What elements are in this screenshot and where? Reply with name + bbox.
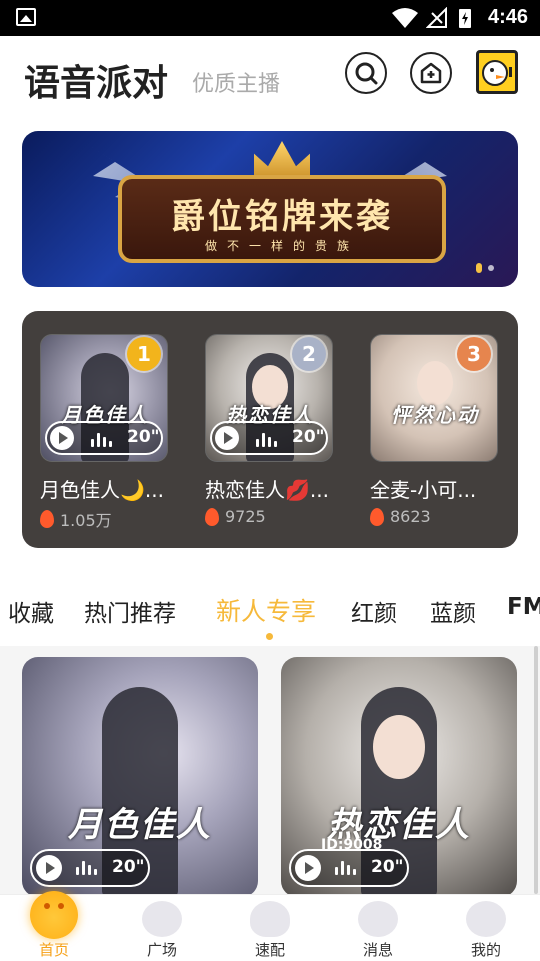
host-photo: 怦然心动 3 [370,334,498,462]
nav-profile[interactable]: 我的 [432,895,540,961]
host-name: 热恋佳人💋... [205,478,329,502]
smiley-home-icon [30,891,78,939]
voice-duration: 20" [292,427,325,447]
bottom-navigation: 首页 广场 速配 消息 我的 [0,891,540,961]
play-icon [36,855,62,881]
waveform-icon [335,859,359,875]
waveform-icon [91,431,115,447]
play-icon [50,426,74,450]
bronze-medal-badge: 3 [457,337,491,371]
silver-medal-badge: 2 [292,337,326,371]
heat-value: 1.05万 [60,511,112,530]
voice-duration: 20" [371,857,404,877]
tab-newcomer[interactable]: 新人专享 [216,592,316,628]
profile-icon [466,901,506,937]
voice-preview-button[interactable]: 20" [30,849,150,887]
banner-plate: 爵位铭牌来袭 做不一样的贵族 [118,175,446,263]
wifi-icon [392,8,418,28]
search-button[interactable] [345,52,387,94]
host-card[interactable]: 月色佳人 20" [22,657,258,897]
play-icon [295,855,321,881]
search-icon [355,62,378,85]
page-subtitle: 优质主播 [192,72,281,97]
host-name: 全麦-小可... [370,478,477,502]
nav-square[interactable]: 广场 [108,895,216,961]
tab-fm[interactable]: FM [507,594,540,620]
voice-duration: 20" [112,857,145,877]
ranking-panel: 月色佳人 1 20" 月色佳人🌙... 1.05万 热恋佳人 2 20" 热恋佳… [22,311,518,548]
host-card[interactable]: 热恋佳人 ID:9008 20" [281,657,517,897]
pagination-dot [488,265,494,271]
duck-mascot-icon [482,60,512,86]
host-grid: 月色佳人 20" 热恋佳人 ID:9008 20" [0,646,540,897]
app-header: 语音派对 优质主播 [0,36,540,116]
gold-medal-badge: 1 [127,337,161,371]
message-bell-icon [358,901,398,937]
nav-label: 消息 [362,941,393,959]
heart-pulse-icon [250,901,290,937]
create-room-button[interactable] [410,52,452,94]
page-title: 语音派对 [24,63,169,104]
banner-title: 爵位铭牌来袭 [171,197,393,237]
heat-value: 8623 [390,507,431,526]
voice-preview-button[interactable]: 20" [45,421,163,455]
image-notification-icon [16,8,36,26]
host-face [373,715,425,779]
nav-messages[interactable]: 消息 [324,895,432,961]
tab-hot-recommend[interactable]: 热门推荐 [84,594,176,628]
nav-label: 首页 [38,941,69,959]
host-photo: 月色佳人 1 20" [40,334,168,462]
host-photo: 热恋佳人 2 20" [205,334,333,462]
add-home-icon [420,62,442,84]
promo-banner[interactable]: 爵位铭牌来袭 做不一样的贵族 [22,131,518,287]
waveform-icon [256,431,280,447]
tab-red[interactable]: 红颜 [351,594,397,628]
planet-icon [142,901,182,937]
tab-favorites[interactable]: 收藏 [8,594,54,628]
fire-icon [205,507,219,526]
battery-charging-icon [459,9,471,28]
banner-subtitle: 做不一样的贵族 [204,239,359,253]
nav-match[interactable]: 速配 [216,895,324,961]
nav-label: 广场 [146,941,177,959]
nav-label: 我的 [470,941,501,959]
ranking-card[interactable]: 月色佳人 1 20" 月色佳人🌙... 1.05万 [40,334,168,531]
banner-pagination [476,263,494,273]
photo-overlay-text: 月色佳人 [68,805,212,845]
waveform-icon [76,859,100,875]
fire-icon [370,507,384,526]
voice-duration: 20" [127,427,160,447]
pagination-dot-active [476,263,482,273]
heat-count: 1.05万 [40,507,168,531]
photo-overlay-text: 怦然心动 [391,403,479,427]
heat-count: 9725 [205,507,333,526]
host-name: 月色佳人🌙... [40,478,164,502]
no-signal-icon [426,7,447,28]
play-icon [215,426,239,450]
nav-label: 速配 [254,941,285,959]
clock: 4:46 [487,6,528,28]
active-tab-indicator [266,633,273,640]
ranking-card[interactable]: 热恋佳人 2 20" 热恋佳人💋... 9725 [205,334,333,526]
status-bar: 4:46 [0,0,540,36]
voice-preview-button[interactable]: 20" [210,421,328,455]
heat-value: 9725 [225,507,266,526]
voice-preview-button[interactable]: 20" [289,849,409,887]
tab-blue[interactable]: 蓝颜 [430,594,476,628]
ranking-card[interactable]: 怦然心动 3 全麦-小可... 8623 [370,334,498,526]
heat-count: 8623 [370,507,498,526]
fire-icon [40,510,54,528]
scrollbar[interactable] [534,646,538,894]
mascot-avatar-button[interactable] [476,50,518,94]
nav-home[interactable]: 首页 [0,891,108,961]
